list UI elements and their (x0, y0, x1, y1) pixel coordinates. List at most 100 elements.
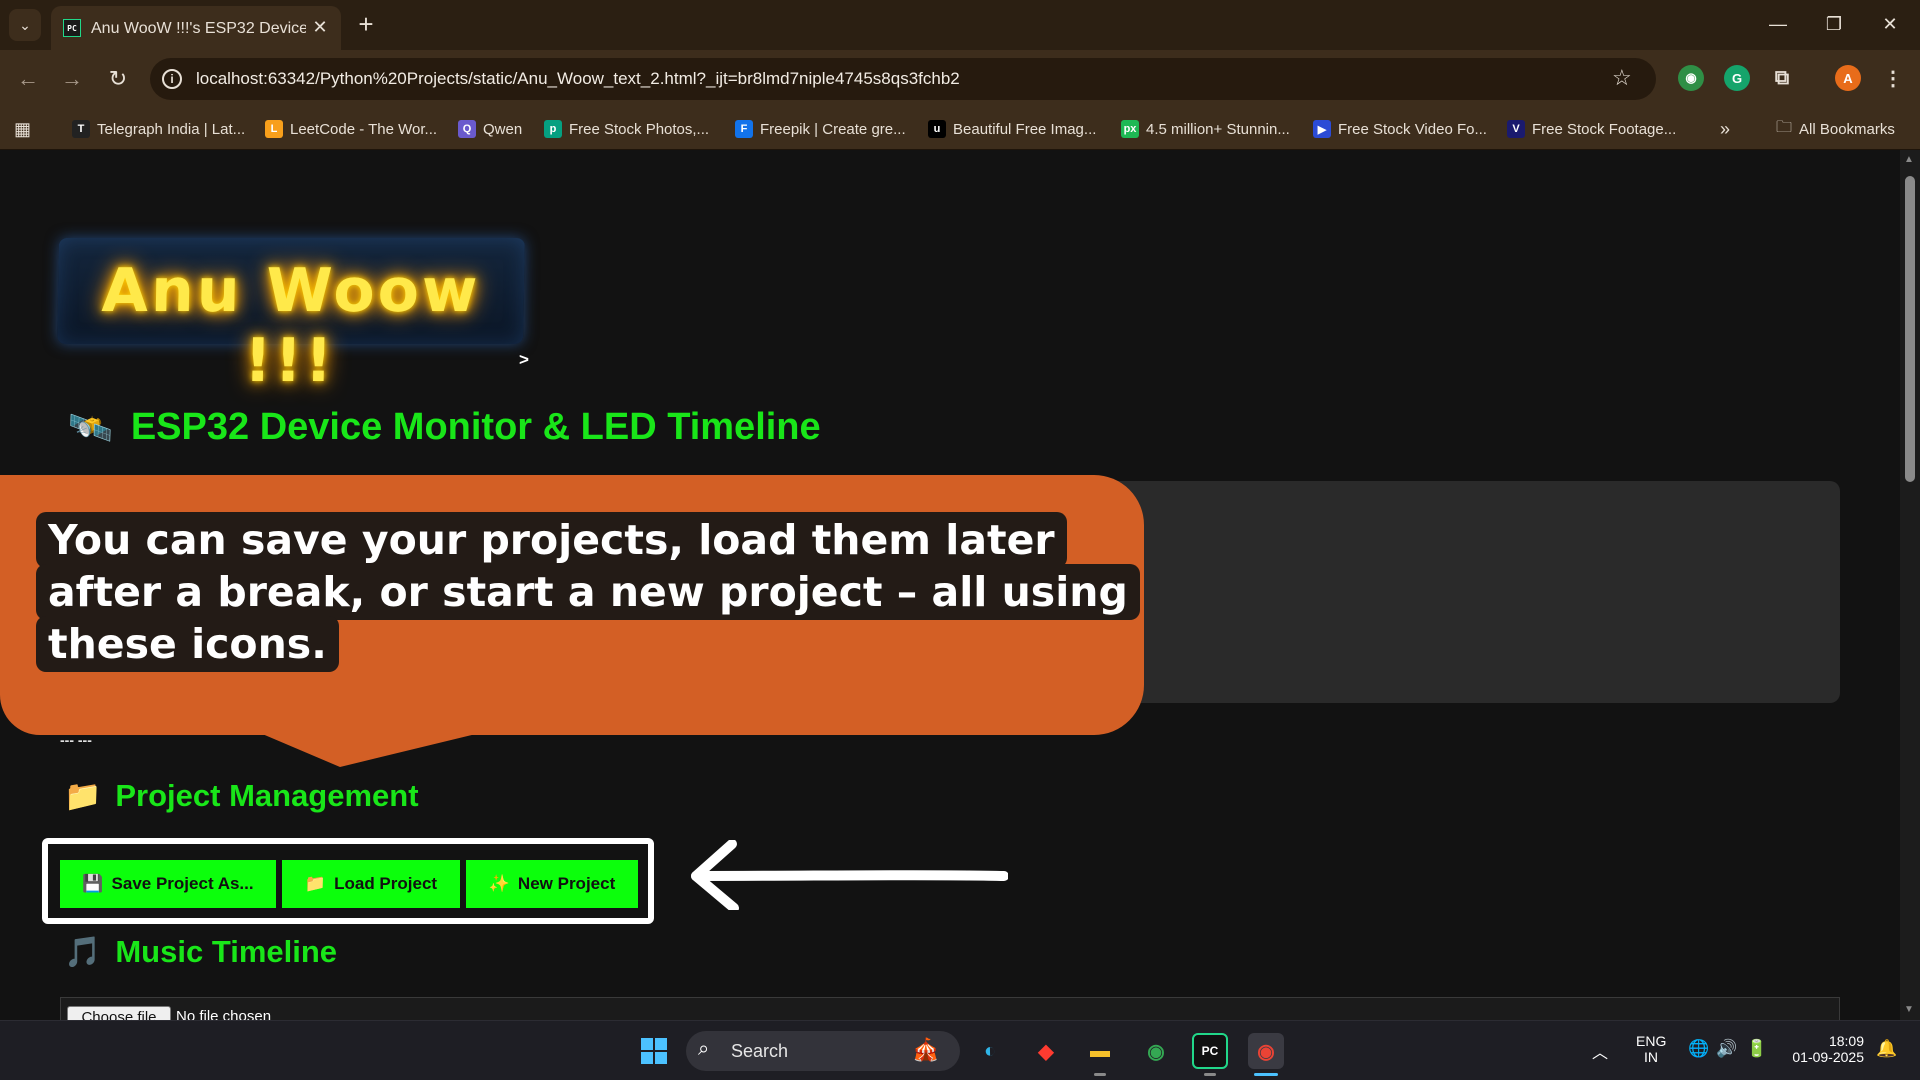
back-arrow-icon[interactable]: ← (12, 63, 44, 95)
windows-start-icon[interactable] (636, 1033, 672, 1069)
bookmark-label: Free Stock Photos,... (569, 120, 710, 138)
bookmark-item[interactable]: ▶ Free Stock Video Fo... (1313, 119, 1487, 139)
apps-grid-icon[interactable]: ▦ (14, 119, 31, 139)
tray-chevron-up-icon[interactable]: ︿ (1592, 1039, 1608, 1063)
forward-arrow-icon[interactable]: → (56, 63, 88, 95)
bookmark-star-icon[interactable]: ☆ (1612, 65, 1632, 91)
site-info-icon[interactable]: i (162, 69, 182, 89)
bookmarks-overflow-icon[interactable]: » (1720, 119, 1730, 139)
pycharm-icon[interactable]: PC (1192, 1033, 1228, 1069)
browser-tab-active[interactable]: PC Anu WooW !!!'s ESP32 Device Monitor &… (51, 6, 341, 50)
all-bookmarks-label: All Bookmarks (1799, 120, 1895, 138)
tab-title: Anu WooW !!!'s ESP32 Device Monitor & LE… (91, 20, 306, 37)
browser-menu-icon[interactable]: ⋮ (1880, 65, 1906, 91)
profile-avatar[interactable]: A (1835, 65, 1861, 91)
active-indicator (1254, 1073, 1278, 1076)
music-note-icon: 🎵 (64, 935, 102, 969)
new-tab-plus-icon[interactable]: + (352, 9, 380, 39)
robot-extension-icon[interactable]: ◉ (1678, 65, 1704, 91)
address-url[interactable]: localhost:63342/Python%20Projects/static… (196, 69, 960, 89)
search-icon: ⌕ (698, 1038, 710, 1060)
chrome-icon[interactable]: ◉ (1138, 1033, 1174, 1069)
tooltip-callout-tail (260, 733, 480, 767)
file-explorer-icon[interactable]: ▬ (1082, 1033, 1118, 1069)
browser-toolbar: ← → ↻ i localhost:63342/Python%20Project… (0, 50, 1920, 108)
search-highlight-icon: 🎪 (912, 1037, 940, 1062)
page-title-text: ESP32 Device Monitor & LED Timeline (130, 406, 821, 448)
edge-browser-icon[interactable]: ◐ (972, 1033, 1008, 1069)
bookmark-item[interactable]: px 4.5 million+ Stunnin... (1121, 119, 1290, 139)
load-project-button[interactable]: 📁 Load Project (282, 860, 460, 908)
running-indicator (1094, 1073, 1106, 1076)
save-project-label: Save Project As... (111, 874, 254, 893)
choose-file-button[interactable]: Choose file (67, 1006, 171, 1020)
pycharm-favicon-icon: PC (63, 19, 81, 37)
notification-bell-icon[interactable]: 🔔 (1876, 1039, 1897, 1059)
browser-tab-strip: ⌄ PC Anu WooW !!!'s ESP32 Device Monitor… (0, 0, 1920, 50)
taskbar-search-label: Search (731, 1041, 789, 1061)
file-status-text: No file chosen (176, 1008, 272, 1020)
bookmark-label: Free Stock Video Fo... (1338, 120, 1487, 138)
save-project-button[interactable]: 💾 Save Project As... (60, 860, 276, 908)
callout-line-1: You can save your projects, load them la… (36, 512, 1067, 568)
region-code: IN (1644, 1049, 1658, 1065)
bookmark-favicon-icon: px (1121, 120, 1139, 138)
app-diamond-icon[interactable]: ◆ (1028, 1033, 1064, 1069)
bookmark-item[interactable]: L LeetCode - The Wor... (265, 119, 437, 139)
bookmark-label: Telegraph India | Lat... (97, 120, 246, 138)
grammarly-extension-icon[interactable]: G (1724, 65, 1750, 91)
callout-line-2: after a break, or start a new project – … (36, 564, 1140, 620)
callout-line-3: these icons. (36, 616, 339, 672)
bookmark-label: Free Stock Footage... (1532, 120, 1677, 138)
window-close-icon[interactable]: ✕ (1870, 8, 1910, 40)
network-globe-icon[interactable]: 🌐 (1688, 1039, 1709, 1059)
stray-gt-text: > (519, 350, 529, 369)
scroll-up-arrow-icon[interactable]: ▲ (1904, 154, 1914, 165)
load-project-label: Load Project (334, 874, 438, 893)
bookmark-item[interactable]: u Beautiful Free Imag... (928, 119, 1096, 139)
language-indicator[interactable]: ENG IN (1636, 1033, 1666, 1065)
scroll-down-arrow-icon[interactable]: ▼ (1904, 1004, 1914, 1015)
restore-icon[interactable]: ❐ (1814, 8, 1854, 40)
bookmark-favicon-icon: p (544, 120, 562, 138)
clock-date: 01-09-2025 (1792, 1049, 1864, 1065)
floppy-disk-icon: 💾 (82, 874, 104, 893)
anu-woow-neon-logo: Anu Woow !!! (57, 238, 525, 396)
bookmark-favicon-icon: L (265, 120, 283, 138)
project-management-title: Project Management (115, 778, 419, 813)
tab-close-icon[interactable]: ✕ (309, 16, 331, 38)
bookmark-item[interactable]: Q Qwen (458, 119, 522, 139)
bookmark-label: LeetCode - The Wor... (290, 120, 438, 138)
extensions-puzzle-icon[interactable]: ⧉ (1769, 65, 1795, 91)
bookmark-item[interactable]: F Freepik | Create gre... (735, 119, 906, 139)
bookmark-favicon-icon: ▶ (1313, 120, 1331, 138)
chrome-profile-icon[interactable]: ◉ (1248, 1033, 1284, 1069)
logo-text: Anu Woow !!! (101, 256, 481, 396)
new-project-button[interactable]: ✨ New Project (466, 860, 638, 908)
bookmark-favicon-icon: F (735, 120, 753, 138)
bookmark-favicon-icon: T (72, 120, 90, 138)
bookmark-label: Qwen (483, 120, 523, 138)
tab-search-chevron-icon[interactable]: ⌄ (9, 9, 41, 41)
music-file-input[interactable]: Choose file No file chosen (60, 997, 1840, 1020)
windows-taskbar: ⌕ Search 🎪 ◐ ◆ ▬ ◉ PC ◉ ︿ ENG IN 🌐 🔊 🔋 1… (0, 1020, 1920, 1080)
page-title: 🛰️ ESP32 Device Monitor & LED Timeline (68, 406, 821, 449)
address-bar[interactable]: i localhost:63342/Python%20Projects/stat… (150, 58, 1656, 100)
all-bookmarks-folder[interactable]: 🗀 All Bookmarks (1776, 119, 1895, 139)
scrollbar-thumb[interactable] (1905, 176, 1915, 482)
taskbar-search-box[interactable]: ⌕ Search 🎪 (686, 1031, 960, 1071)
page-scrollbar[interactable]: ▲ ▼ (1900, 150, 1920, 1020)
bookmark-label: Freepik | Create gre... (760, 120, 906, 138)
volume-icon[interactable]: 🔊 (1716, 1039, 1737, 1059)
music-timeline-title: Music Timeline (115, 934, 338, 969)
bookmark-favicon-icon: Q (458, 120, 476, 138)
language-code: ENG (1636, 1033, 1667, 1049)
annotation-arrow-icon (691, 840, 1008, 910)
bookmark-item[interactable]: T Telegraph India | Lat... (72, 119, 245, 139)
bookmark-item[interactable]: p Free Stock Photos,... (544, 119, 709, 139)
bookmark-item[interactable]: V Free Stock Footage... (1507, 119, 1676, 139)
battery-icon[interactable]: 🔋 (1746, 1039, 1767, 1059)
clock[interactable]: 18:09 01-09-2025 (1786, 1033, 1864, 1065)
reload-icon[interactable]: ↻ (102, 63, 134, 95)
minimize-icon[interactable]: — (1758, 8, 1798, 40)
